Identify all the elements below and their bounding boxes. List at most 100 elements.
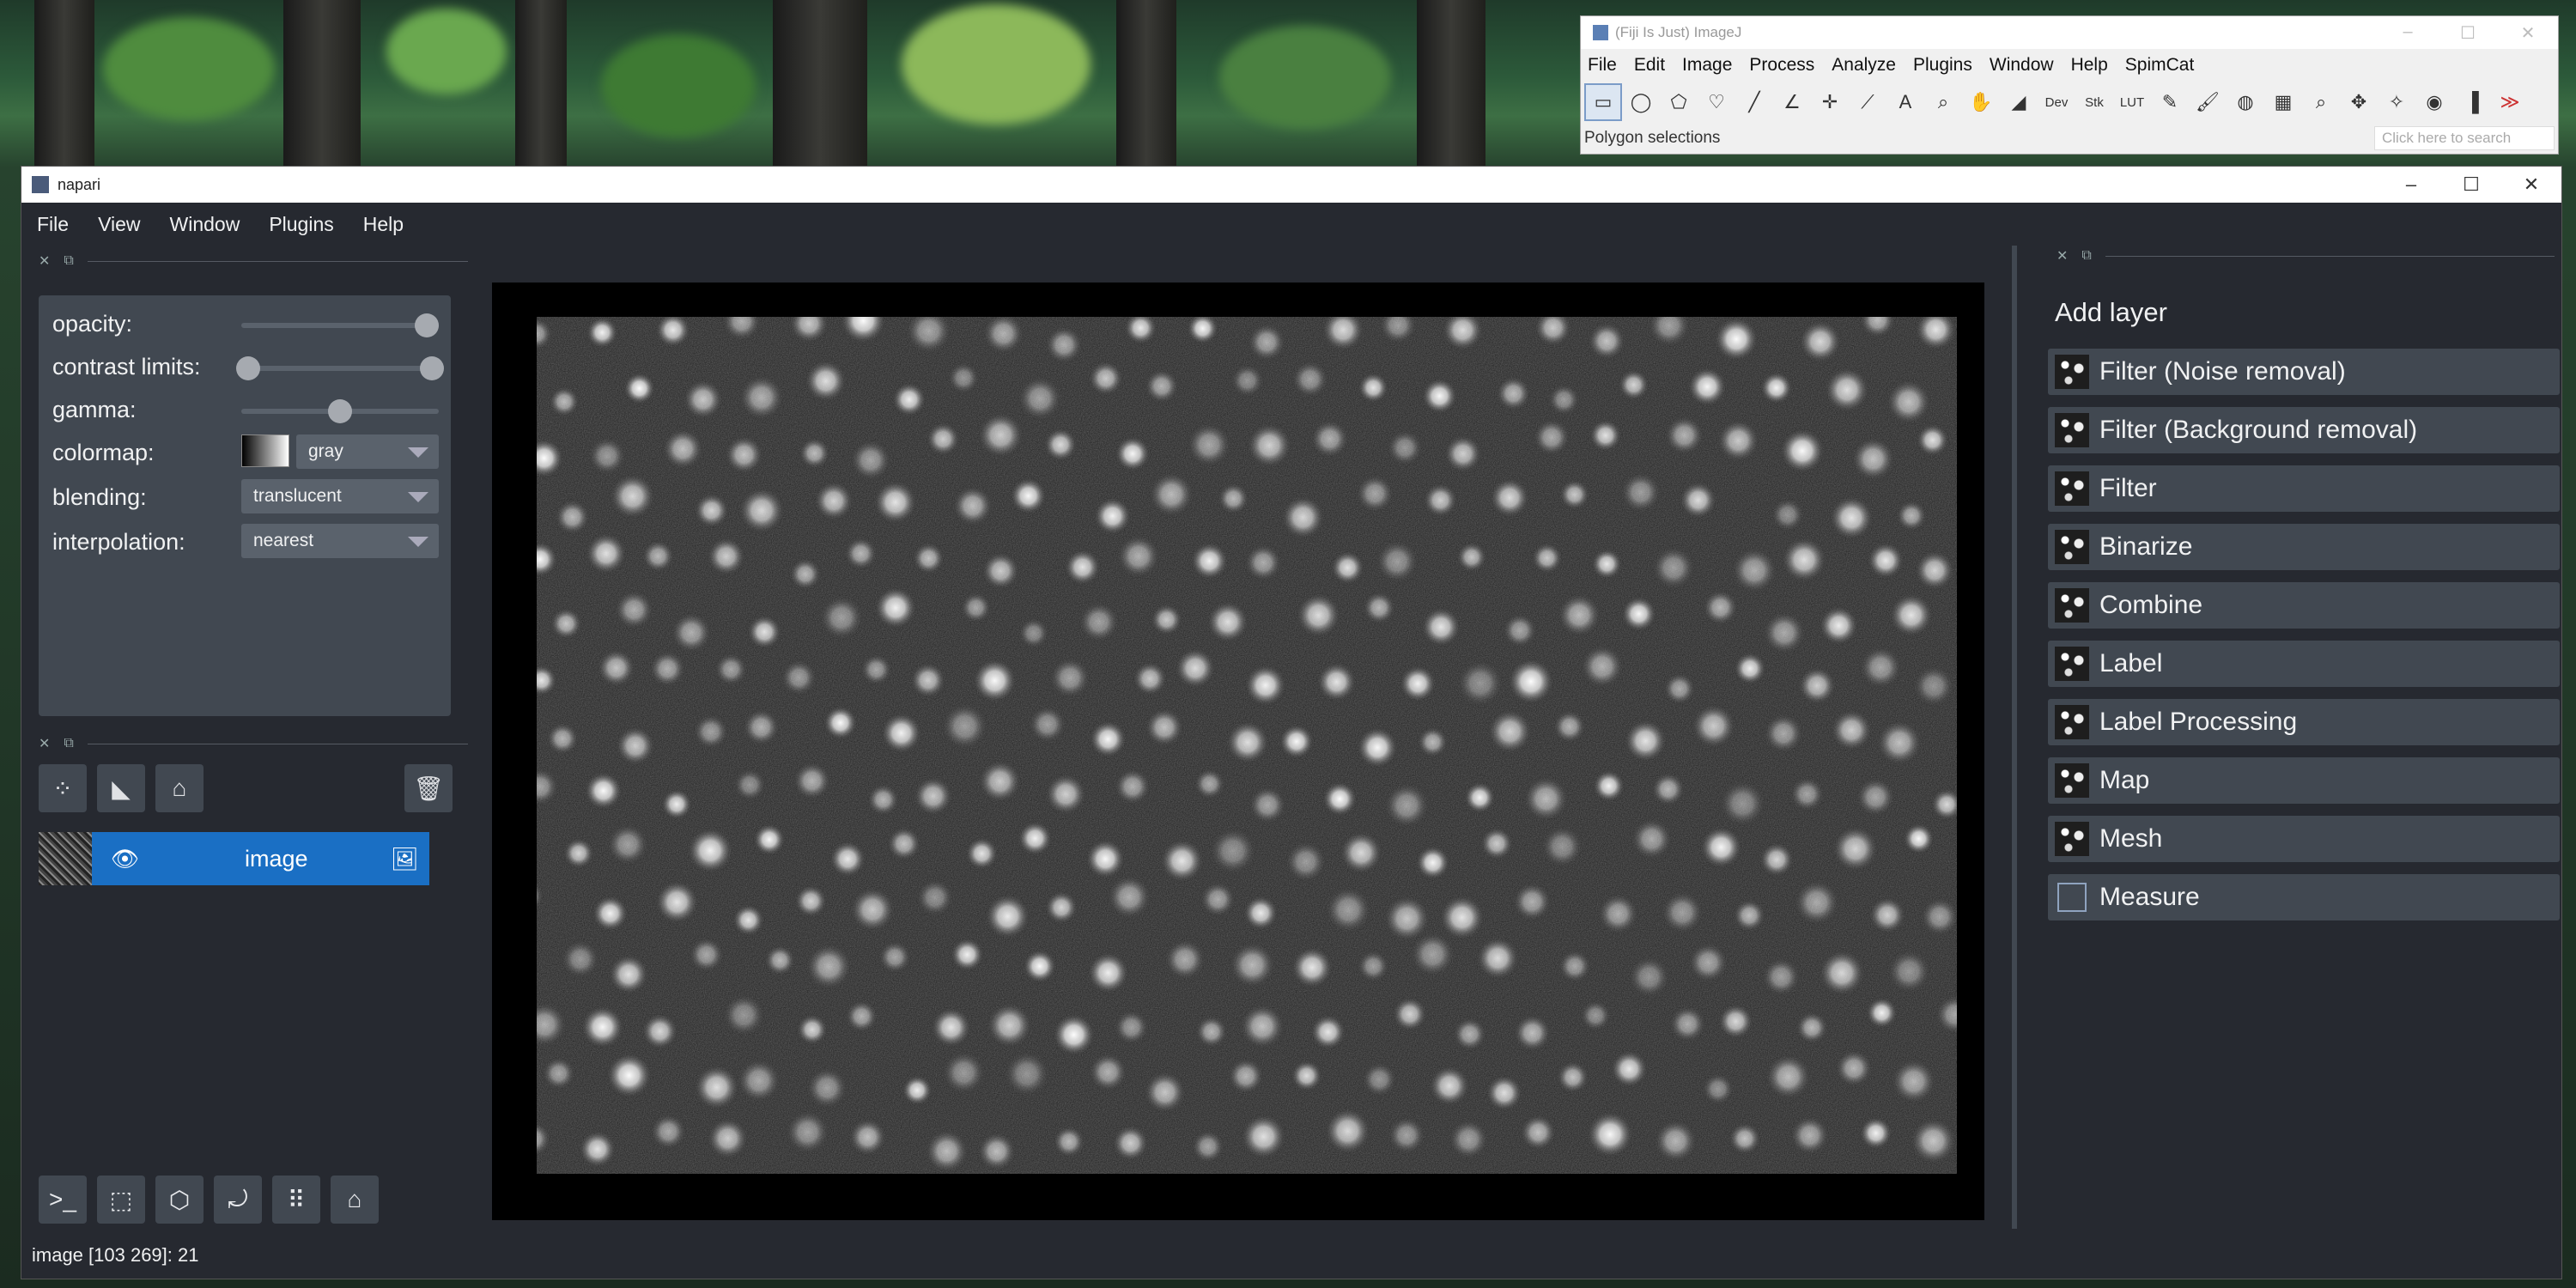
nucleus-spot <box>616 726 654 765</box>
float-dock-icon[interactable]: ⧉ <box>64 736 73 751</box>
contrast-min-handle[interactable] <box>236 356 260 380</box>
polygon-tool-icon[interactable]: ⬠ <box>1660 83 1698 121</box>
menu-window[interactable]: Window <box>170 213 240 236</box>
opacity-slider-handle[interactable] <box>415 313 439 337</box>
close-button[interactable]: ✕ <box>2501 173 2561 196</box>
contrast-max-handle[interactable] <box>420 356 444 380</box>
plugin-label-button[interactable]: Label <box>2048 641 2560 687</box>
wand-sparkle-icon[interactable]: ✧ <box>2378 83 2415 121</box>
magnifier-tool-icon[interactable]: ⌕ <box>1924 83 1962 121</box>
delete-layer-button[interactable]: 🗑 <box>404 764 453 812</box>
float-dock-icon[interactable]: ⧉ <box>64 253 73 269</box>
rectangle-tool-icon[interactable]: ▭ <box>1584 83 1622 121</box>
contrast-limits-slider[interactable] <box>236 356 444 380</box>
close-dock-icon[interactable]: ✕ <box>39 252 50 270</box>
plugin-label: Map <box>2099 766 2150 794</box>
dock-splitter[interactable] <box>2012 246 2017 1229</box>
flood-fill-icon[interactable]: ◍ <box>2227 83 2264 121</box>
menu-help[interactable]: Help <box>363 213 404 236</box>
menu-view[interactable]: View <box>98 213 140 236</box>
menu-plugins[interactable]: Plugins <box>269 213 333 236</box>
angle-tool-icon[interactable]: ∠ <box>1773 83 1811 121</box>
fiji-menu-process[interactable]: Process <box>1749 55 1814 76</box>
line-tool-icon[interactable]: ╱ <box>1735 83 1773 121</box>
plugin-label-processing-button[interactable]: Label Processing <box>2048 699 2560 745</box>
color-picker-icon[interactable]: ◢ <box>2000 83 2038 121</box>
nucleus-spot <box>948 362 979 393</box>
menu-file[interactable]: File <box>37 213 69 236</box>
blending-select[interactable]: translucent <box>241 479 439 513</box>
stk-tool-icon[interactable]: Stk <box>2075 83 2113 121</box>
fiji-menubar: File Edit Image Process Analyze Plugins … <box>1581 49 2558 82</box>
new-shapes-layer-button[interactable]: ◣ <box>97 764 145 812</box>
fiji-menu-plugins[interactable]: Plugins <box>1913 55 1972 76</box>
fiji-menu-file[interactable]: File <box>1588 55 1617 76</box>
more-tools-icon[interactable]: ≫ <box>2491 83 2529 121</box>
camera-tool-icon[interactable]: ◉ <box>2415 83 2453 121</box>
gamma-slider-handle[interactable] <box>328 399 352 423</box>
text-tool-icon[interactable]: A <box>1886 83 1924 121</box>
search-tool-icon[interactable]: ⌕ <box>2302 83 2340 121</box>
oval-tool-icon[interactable]: ◯ <box>1622 83 1660 121</box>
wand-tool-icon[interactable]: ⟋ <box>1849 83 1886 121</box>
float-dock-icon[interactable]: ⧉ <box>2081 248 2091 264</box>
plugin-map-button[interactable]: Map <box>2048 757 2560 804</box>
image-view[interactable] <box>537 317 1957 1174</box>
maximize-button[interactable]: ☐ <box>2438 22 2498 44</box>
console-button[interactable]: >_ <box>39 1176 87 1224</box>
nucleus-spot <box>1621 472 1661 512</box>
layer-row[interactable]: 👁 image 🖼 <box>92 832 429 885</box>
nucleus-spot <box>1054 1014 1095 1055</box>
freehand-tool-icon[interactable]: ♡ <box>1698 83 1735 121</box>
colormap-value: gray <box>308 441 343 461</box>
pencil-tool-icon[interactable]: ✎ <box>2151 83 2189 121</box>
opacity-slider[interactable] <box>241 313 439 337</box>
plugin-combine-button[interactable]: Combine <box>2048 582 2560 629</box>
ndisplay-toggle-button[interactable]: ⬚ <box>97 1176 145 1224</box>
fiji-menu-edit[interactable]: Edit <box>1634 55 1665 76</box>
plugin-filter-button[interactable]: Filter <box>2048 465 2560 512</box>
maximize-button[interactable]: ☐ <box>2441 173 2501 196</box>
nucleus-spot <box>1653 547 1694 589</box>
nucleus-spot <box>1514 1015 1551 1051</box>
home-button[interactable]: ⌂ <box>331 1176 379 1224</box>
plugin-filter-noise-removal-button[interactable]: Filter (Noise removal) <box>2048 349 2560 395</box>
canvas[interactable] <box>492 283 1984 1220</box>
overlay-tool-icon[interactable]: ▦ <box>2264 83 2302 121</box>
layer-item-image[interactable]: 👁 image 🖼 <box>39 832 429 885</box>
fiji-menu-spimcat[interactable]: SpimCat <box>2125 55 2195 76</box>
new-points-layer-button[interactable]: ⁘ <box>39 764 87 812</box>
new-labels-layer-button[interactable]: ⌂ <box>155 764 204 812</box>
close-dock-icon[interactable]: ✕ <box>2057 247 2068 264</box>
close-dock-icon[interactable]: ✕ <box>39 735 50 752</box>
lut-tool-icon[interactable]: LUT <box>2113 83 2151 121</box>
brush-tool-icon[interactable]: 🖌 <box>2189 83 2227 121</box>
gradient-tool-icon[interactable]: ▐ <box>2453 83 2491 121</box>
interpolation-select[interactable]: nearest <box>241 524 439 558</box>
minimize-button[interactable]: – <box>2381 173 2441 196</box>
fiji-search-input[interactable]: Click here to search <box>2374 126 2555 150</box>
fiji-menu-analyze[interactable]: Analyze <box>1832 55 1896 76</box>
eye-icon[interactable]: 👁 <box>111 846 139 872</box>
point-tool-icon[interactable]: ✛ <box>1811 83 1849 121</box>
colormap-select[interactable]: gray <box>296 434 439 469</box>
fiji-menu-help[interactable]: Help <box>2071 55 2108 76</box>
plugin-measure-button[interactable]: Measure <box>2048 874 2560 920</box>
nucleus-spot <box>609 955 648 994</box>
fiji-menu-window[interactable]: Window <box>1990 55 2054 76</box>
nucleus-spot <box>1790 777 1824 811</box>
move-tool-icon[interactable]: ✥ <box>2340 83 2378 121</box>
hand-tool-icon[interactable]: ✋ <box>1962 83 2000 121</box>
close-button[interactable]: ✕ <box>2498 22 2558 44</box>
plugin-binarize-button[interactable]: Binarize <box>2048 524 2560 570</box>
minimize-button[interactable]: – <box>2378 22 2438 44</box>
roll-dimensions-button[interactable]: ⬡ <box>155 1176 204 1224</box>
dev-tool-icon[interactable]: Dev <box>2038 83 2075 121</box>
gamma-slider[interactable] <box>241 399 439 423</box>
transpose-button[interactable]: ⤾ <box>214 1176 262 1224</box>
fiji-menu-image[interactable]: Image <box>1682 55 1732 76</box>
layer-name[interactable]: image <box>245 846 308 872</box>
plugin-mesh-button[interactable]: Mesh <box>2048 816 2560 862</box>
plugin-filter-background-removal-button[interactable]: Filter (Background removal) <box>2048 407 2560 453</box>
grid-view-button[interactable]: ⠿ <box>272 1176 320 1224</box>
